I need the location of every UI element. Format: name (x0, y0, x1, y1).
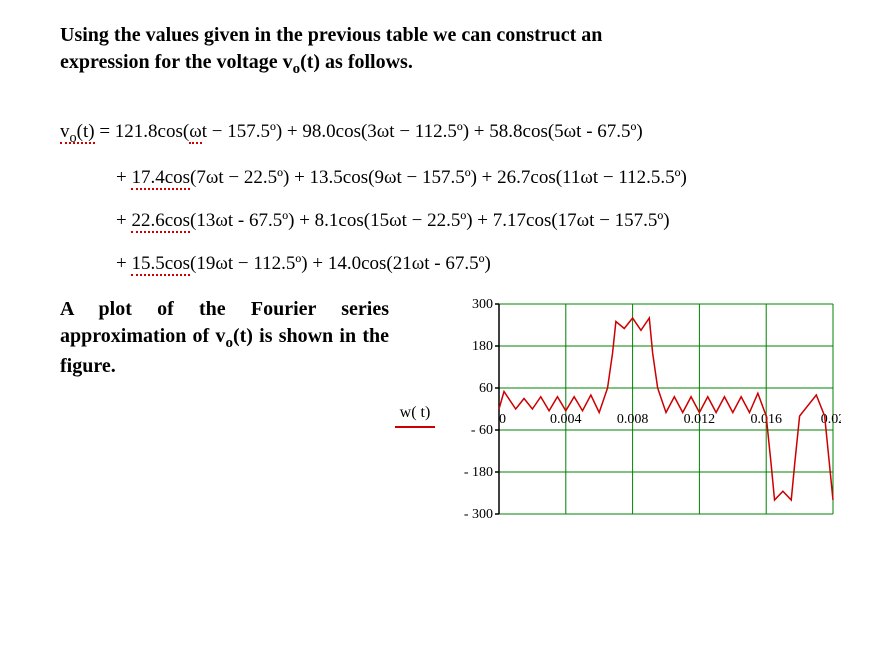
squiggle-text: 17.4cos (131, 167, 190, 190)
intro-line2b: (t) as follows. (300, 51, 413, 73)
svg-text:180: 180 (472, 339, 493, 354)
chart-legend: w( t) (395, 404, 435, 428)
intro-line2a: expression for the voltage v (60, 51, 293, 73)
chart-trace (499, 318, 833, 500)
lower-row: A plot of the Fourier series approximati… (60, 296, 841, 526)
intro-sub: o (293, 61, 301, 77)
svg-text:- 60: - 60 (471, 423, 493, 438)
formula-line-1: vo(t) = 121.8cos(ωt − 157.5º) + 98.0cos(… (60, 121, 841, 147)
svg-text:60: 60 (479, 381, 493, 396)
squiggle-text: vo(t) (60, 121, 95, 144)
caption-sub: o (225, 335, 233, 351)
svg-text:0.012: 0.012 (684, 412, 716, 427)
caption-line2b: (t) is shown in (233, 325, 356, 347)
legend-label: w( t) (395, 404, 435, 422)
svg-text:- 180: - 180 (464, 465, 493, 480)
caption-line2a: approximation of v (60, 325, 225, 347)
formula-block: vo(t) = 121.8cos(ωt − 157.5º) + 98.0cos(… (60, 121, 841, 275)
svg-text:300: 300 (472, 297, 493, 312)
intro-paragraph: Using the values given in the previous t… (60, 22, 841, 79)
squiggle-text: 22.6cos (131, 210, 190, 233)
chart-area: w( t) - 300 - 180 - 60 60 180 300 0 0.004 0.008 0… (395, 296, 841, 526)
svg-text:0.004: 0.004 (550, 412, 582, 427)
formula-line-4: + 15.5cos(19ωt − 112.5º) + 14.0cos(21ωt … (60, 253, 841, 276)
caption-line1: A plot of the Fourier series (60, 298, 389, 320)
formula-line-3: + 22.6cos(13ωt - 67.5º) + 8.1cos(15ωt − … (60, 210, 841, 233)
intro-line1: Using the values given in the previous t… (60, 24, 602, 46)
page: Using the values given in the previous t… (0, 0, 881, 665)
svg-text:0: 0 (499, 412, 506, 427)
squiggle-text: ω (189, 121, 202, 144)
chart-svg: - 300- 180- 606018030000.0040.0080.0120.… (441, 296, 841, 526)
legend-swatch (395, 426, 435, 428)
chart: - 300- 180- 606018030000.0040.0080.0120.… (441, 296, 841, 526)
svg-text:- 300: - 300 (464, 507, 493, 522)
squiggle-text: 15.5cos (131, 253, 190, 276)
svg-text:0.008: 0.008 (617, 412, 649, 427)
formula-line-2: + 17.4cos(7ωt − 22.5º) + 13.5cos(9ωt − 1… (60, 167, 841, 190)
caption-paragraph: A plot of the Fourier series approximati… (60, 296, 389, 380)
